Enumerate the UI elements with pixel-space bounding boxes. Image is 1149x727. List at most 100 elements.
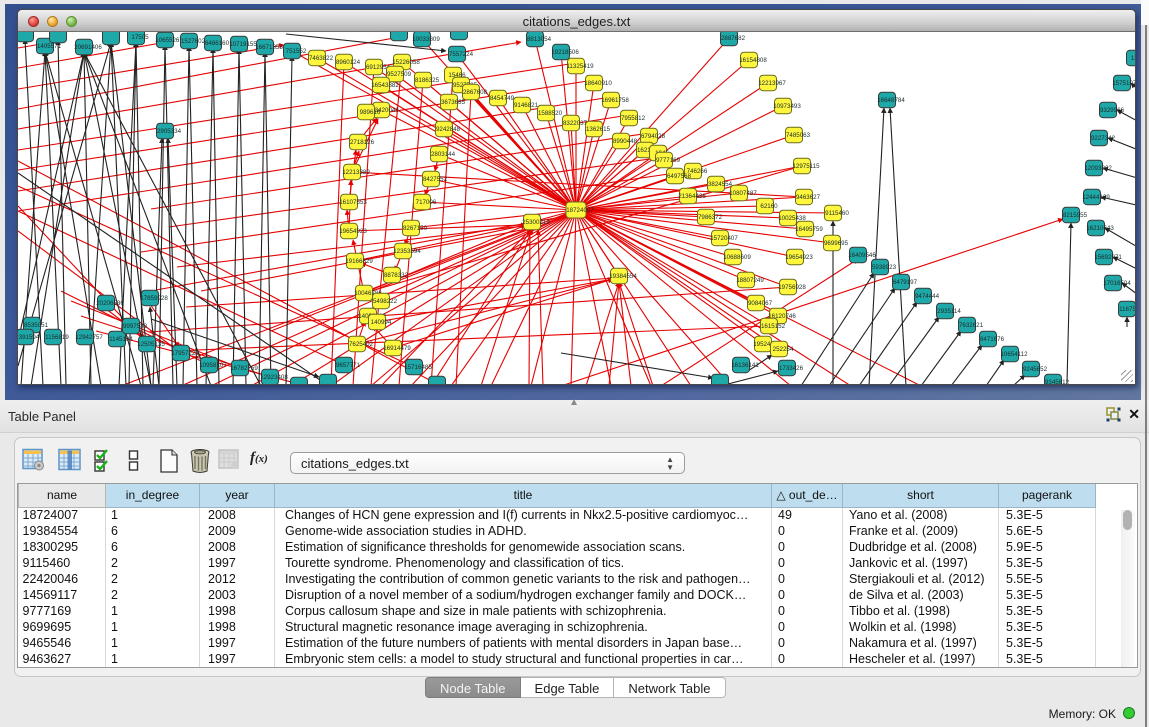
svg-text:9084067: 9084067 [748,300,773,307]
svg-text:3673685: 3673685 [441,99,466,106]
svg-text:16543382: 16543382 [371,82,399,89]
svg-text:9527509: 9527509 [387,71,412,78]
svg-text:19166829: 19166829 [345,258,373,265]
svg-text:1362615: 1362615 [586,126,611,133]
svg-text:8454749: 8454749 [490,95,515,102]
svg-text:15720407: 15720407 [710,235,738,242]
svg-text:12213967: 12213967 [758,80,786,87]
svg-text:9115460: 9115460 [825,210,849,217]
svg-text:62160: 62160 [760,203,778,210]
svg-text:9329966: 9329966 [1100,107,1125,114]
svg-text:7955812: 7955812 [621,115,646,122]
svg-text:9777169: 9777169 [656,157,681,164]
svg-text:20691406: 20691406 [74,44,102,51]
svg-text:2887682: 2887682 [721,35,746,42]
svg-text:9463627: 9463627 [796,194,821,201]
svg-text:12353594: 12353594 [393,248,421,255]
svg-text:12923408: 12923408 [260,374,288,381]
svg-text:9474444: 9474444 [915,293,940,300]
svg-text:12213389: 12213389 [342,169,370,176]
svg-text:10807487: 10807487 [729,190,757,197]
svg-text:19654923: 19654923 [785,254,813,261]
svg-text:2935114: 2935114 [937,308,961,315]
svg-text:12505135: 12505135 [137,341,165,348]
svg-text:8471676: 8471676 [980,336,1005,343]
svg-text:19384554: 19384554 [609,273,637,280]
svg-text:19756928: 19756928 [778,284,806,291]
svg-text:16495759: 16495759 [795,226,823,233]
svg-text:6479197: 6479197 [893,279,918,286]
svg-text:17505: 17505 [131,34,149,41]
svg-text:16210643: 16210643 [1086,225,1114,232]
svg-text:6794028: 6794028 [641,133,666,140]
svg-text:9699695: 9699695 [824,240,849,247]
svg-text:8960124: 8960124 [336,59,361,66]
svg-text:252254: 252254 [773,346,794,353]
svg-text:9345612: 9345612 [1045,379,1070,385]
svg-text:21364436: 21364436 [678,193,706,200]
svg-text:1145194: 1145194 [109,336,133,343]
svg-text:12444139: 12444139 [1082,194,1110,201]
svg-text:8267150: 8267150 [403,225,428,232]
svg-text:16154808: 16154808 [739,57,767,64]
svg-text:18724007: 18724007 [566,207,594,214]
svg-text:10655267: 10655267 [155,37,183,44]
svg-text:1733426: 1733426 [779,365,804,372]
svg-text:9657771: 9657771 [336,362,361,369]
svg-text:751552: 751552 [286,48,307,55]
svg-text:6497568: 6497568 [667,173,692,180]
svg-text:12975115: 12975115 [792,163,820,170]
svg-text:8990448: 8990448 [613,138,638,145]
svg-text:15716485: 15716485 [404,364,432,371]
svg-text:10033809: 10033809 [412,36,440,43]
svg-text:17859928: 17859928 [140,295,168,302]
svg-text:15751074: 15751074 [1112,80,1136,87]
svg-text:16136141: 16136141 [731,362,759,369]
svg-text:140994: 140994 [371,319,392,326]
svg-text:12093822: 12093822 [1084,165,1112,172]
svg-text:8878332: 8878332 [384,272,409,279]
svg-text:1588520: 1588520 [538,110,563,117]
svg-text:10958107: 10958107 [199,362,227,369]
svg-text:19218506: 19218506 [551,49,579,56]
svg-text:16409546: 16409546 [848,252,876,259]
svg-text:717006: 717006 [416,199,437,206]
svg-text:8427552: 8427552 [423,176,448,183]
svg-text:18807249: 18807249 [736,277,764,284]
svg-text:11325419: 11325419 [566,63,594,70]
svg-text:25300213: 25300213 [522,219,550,226]
svg-text:2905334: 2905334 [157,128,182,135]
svg-text:5498222: 5498222 [373,298,398,305]
svg-text:16914479: 16914479 [383,345,411,352]
svg-text:1167531: 1167531 [1119,306,1136,313]
svg-text:16671355: 16671355 [255,44,283,51]
svg-text:8215955: 8215955 [1063,212,1088,219]
svg-text:391594: 391594 [19,334,40,341]
svg-text:12942757: 12942757 [75,334,103,341]
svg-text:11171: 11171 [1131,55,1136,62]
svg-text:1527602: 1527602 [181,38,206,45]
svg-text:16648784: 16648784 [877,97,905,104]
svg-text:9146821: 9146821 [514,102,539,109]
svg-text:16107553: 16107553 [339,199,367,206]
svg-text:19654923: 19654923 [339,228,367,235]
svg-text:15226058: 15226058 [392,59,420,66]
svg-text:2718126: 2718126 [350,139,375,146]
svg-text:9242848: 9242848 [436,126,461,133]
svg-text:7625402: 7625402 [349,341,374,348]
svg-text:5938923: 5938923 [872,264,897,271]
svg-text:989616: 989616 [360,109,381,116]
svg-text:8813054: 8813054 [527,36,552,43]
svg-text:16961758: 16961758 [601,97,629,104]
svg-text:2803144: 2803144 [431,151,456,158]
svg-text:15692971: 15692971 [1094,254,1122,261]
svg-text:9997588: 9997588 [123,323,148,330]
svg-text:9227342: 9227342 [1091,135,1116,142]
svg-text:10654112: 10654112 [1000,351,1028,358]
svg-text:18640910: 18640910 [584,80,612,87]
svg-text:7463822: 7463822 [309,55,334,62]
svg-text:10688609: 10688609 [723,254,751,261]
svg-text:7986372: 7986372 [698,214,723,221]
svg-text:3824554: 3824554 [708,181,733,188]
svg-text:2867608: 2867608 [463,89,488,96]
